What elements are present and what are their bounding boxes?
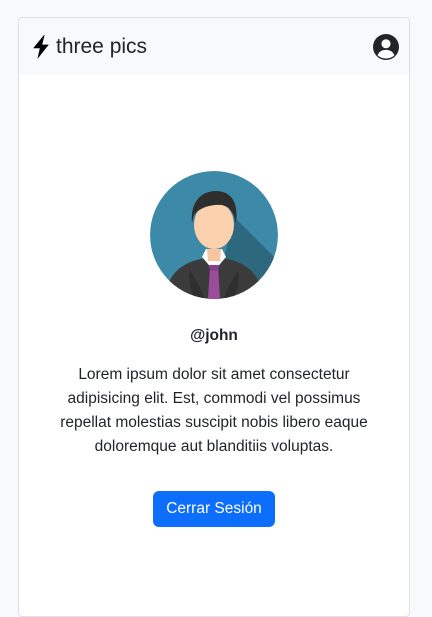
profile-card: three pics @john Lorem ipsum dolor sit a… <box>18 17 410 617</box>
user-circle-icon[interactable] <box>373 33 399 60</box>
brand-label: three pics <box>56 34 148 58</box>
user-avatar-icon <box>150 171 278 299</box>
logout-button[interactable]: Cerrar Sesión <box>153 491 275 527</box>
brand-link[interactable]: three pics <box>31 34 148 59</box>
profile-bio: Lorem ipsum dolor sit amet consectetur a… <box>60 366 368 455</box>
username: @john <box>190 327 238 344</box>
lightning-bolt-icon <box>33 34 49 59</box>
profile-section: @john Lorem ipsum dolor sit amet consect… <box>19 171 409 527</box>
navbar: three pics <box>19 18 409 75</box>
